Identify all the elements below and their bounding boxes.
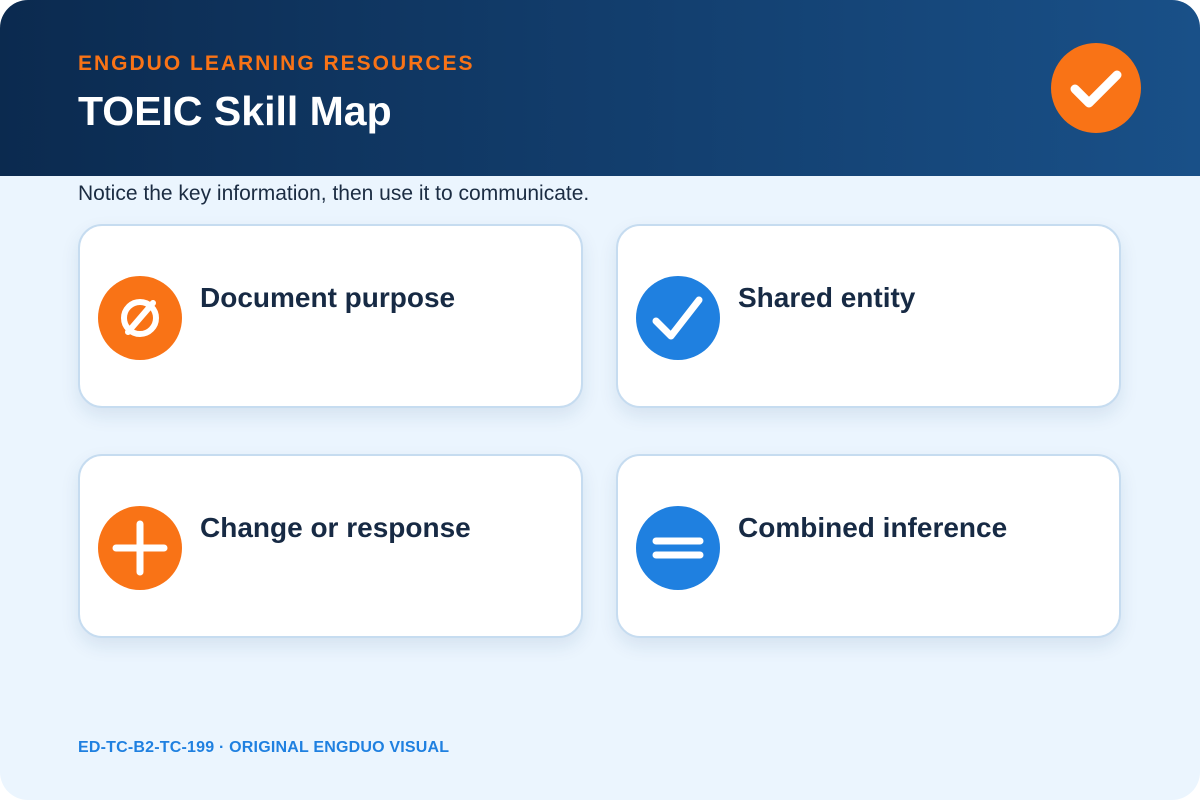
brand-eyebrow: ENGDUO LEARNING RESOURCES — [78, 52, 475, 75]
empty-set-icon — [98, 276, 182, 360]
skill-card-shared-entity: Shared entity — [616, 224, 1121, 408]
skill-card-label: Shared entity — [738, 282, 916, 313]
checkmark-icon — [636, 276, 720, 360]
skill-map-panel: ENGDUO LEARNING RESOURCES TOEIC Skill Ma… — [0, 0, 1200, 800]
page-title: TOEIC Skill Map — [78, 88, 392, 134]
skill-card-document-purpose: Document purpose — [78, 224, 583, 408]
footer-credit: ED-TC-B2-TC-199 · ORIGINAL ENGDUO VISUAL — [78, 739, 450, 756]
skill-card-change-or-response: Change or response — [78, 454, 583, 638]
skill-card-label: Change or response — [200, 512, 471, 543]
header-banner: ENGDUO LEARNING RESOURCES TOEIC Skill Ma… — [0, 0, 1200, 176]
skill-card-label: Document purpose — [200, 282, 456, 313]
instruction-text: Notice the key information, then use it … — [78, 182, 590, 205]
plus-icon — [98, 506, 182, 590]
skill-card-combined-inference: Combined inference — [616, 454, 1121, 638]
equals-icon — [636, 506, 720, 590]
checkmark-icon — [1051, 43, 1141, 133]
skill-card-label: Combined inference — [738, 512, 1008, 543]
